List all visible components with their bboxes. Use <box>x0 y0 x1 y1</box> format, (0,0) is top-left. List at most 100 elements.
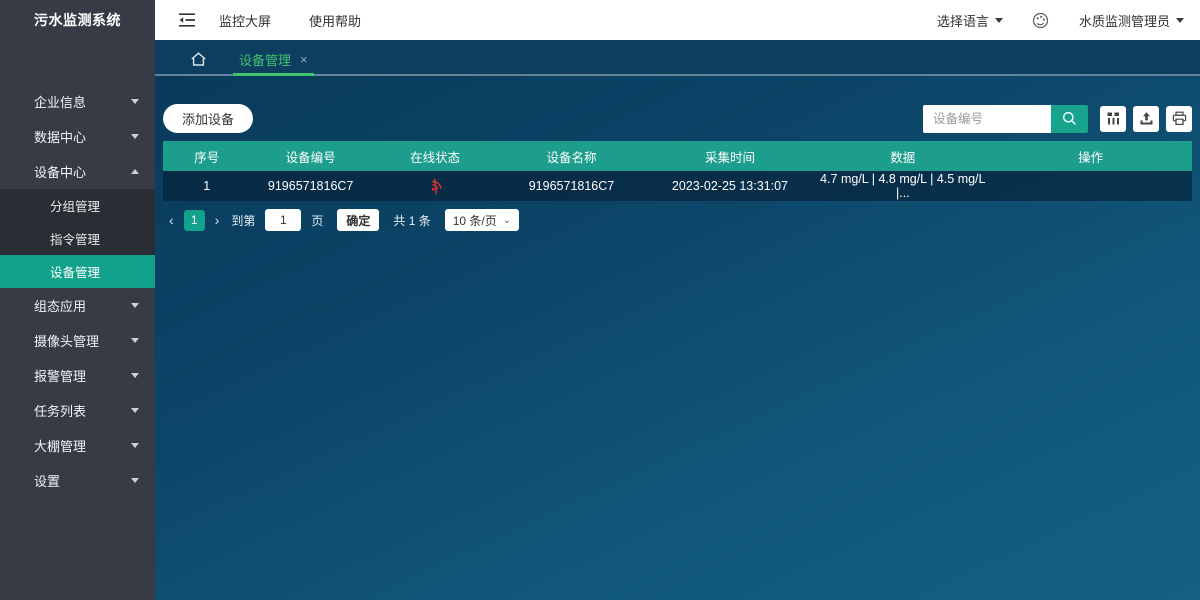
language-select[interactable]: 选择语言 <box>937 11 1003 30</box>
sidebar-menu: 企业信息 数据中心 设备中心 分组管理 指令管理 设备管理 <box>0 84 155 498</box>
cell-online-status <box>371 171 500 201</box>
tab-device-management[interactable]: 设备管理 × <box>233 42 314 76</box>
sidebar-item-camera-management[interactable]: 摄像头管理 <box>0 323 155 358</box>
sidebar-subitem-command-management[interactable]: 指令管理 <box>0 222 155 255</box>
sidebar-item-label: 设置 <box>34 471 60 490</box>
sidebar-item-device-center[interactable]: 设备中心 <box>0 154 155 189</box>
sidebar-item-label: 报警管理 <box>34 366 86 385</box>
sidebar-item-configuration-app[interactable]: 组态应用 <box>0 288 155 323</box>
sidebar-item-label: 摄像头管理 <box>34 331 99 350</box>
tab-close-icon[interactable]: × <box>300 53 308 66</box>
cell-data: 4.7 mg/L | 4.8 mg/L | 4.5 mg/L |... <box>816 171 989 201</box>
search-input[interactable] <box>923 105 1051 133</box>
col-header-index: 序号 <box>163 141 250 171</box>
topbar-item-monitor-screen[interactable]: 监控大屏 <box>219 11 271 30</box>
add-device-button[interactable]: 添加设备 <box>163 104 253 133</box>
chevron-up-icon <box>131 169 139 174</box>
sidebar-item-label: 数据中心 <box>34 127 86 146</box>
chevron-down-icon: ⌄ <box>503 215 511 226</box>
chevron-down-icon <box>131 478 139 483</box>
goto-page-input[interactable] <box>265 209 301 231</box>
device-center-submenu: 分组管理 指令管理 设备管理 <box>0 189 155 288</box>
sidebar-item-task-list[interactable]: 任务列表 <box>0 393 155 428</box>
cell-actions <box>989 171 1192 201</box>
column-settings-button[interactable] <box>1100 106 1126 132</box>
chevron-down-icon <box>1176 18 1184 23</box>
main-area: 监控大屏 使用帮助 选择语言 水质 <box>155 0 1200 600</box>
sidebar-item-label: 组态应用 <box>34 296 86 315</box>
chevron-down-icon <box>131 338 139 343</box>
tab-label: 设备管理 <box>239 50 291 69</box>
device-table: 序号 设备编号 在线状态 设备名称 采集时间 数据 操作 1 919657181… <box>163 141 1192 201</box>
search-icon <box>1062 111 1077 126</box>
sidebar-item-label: 企业信息 <box>34 92 86 111</box>
collapse-menu-icon <box>178 13 196 27</box>
palette-icon <box>1032 12 1049 29</box>
prev-page-button[interactable]: ‹ <box>163 212 180 228</box>
chevron-down-icon <box>131 373 139 378</box>
page-size-select[interactable]: 10 条/页 ⌄ <box>445 209 519 231</box>
sidebar-subitem-label: 设备管理 <box>50 262 100 281</box>
sidebar: 污水监测系统 企业信息 数据中心 设备中心 分组管理 指令管理 <box>0 0 155 600</box>
cell-collect-time: 2023-02-25 13:31:07 <box>644 171 817 201</box>
search-group <box>923 105 1088 133</box>
sidebar-item-label: 任务列表 <box>34 401 86 420</box>
sidebar-item-label: 大棚管理 <box>34 436 86 455</box>
sidebar-subitem-label: 指令管理 <box>50 229 100 248</box>
print-button[interactable] <box>1166 106 1192 132</box>
cell-index: 1 <box>163 171 250 201</box>
sidebar-item-settings[interactable]: 设置 <box>0 463 155 498</box>
theme-palette-button[interactable] <box>1031 10 1051 30</box>
table-toolbar: 添加设备 <box>163 104 1192 133</box>
home-tab-button[interactable] <box>185 42 211 76</box>
chevron-down-icon <box>131 443 139 448</box>
sidebar-item-alarm-management[interactable]: 报警管理 <box>0 358 155 393</box>
sidebar-subitem-device-management[interactable]: 设备管理 <box>0 255 155 288</box>
page-size-label: 10 条/页 <box>453 212 497 229</box>
topbar: 监控大屏 使用帮助 选择语言 水质 <box>155 0 1200 40</box>
app-title: 污水监测系统 <box>0 0 155 40</box>
page-suffix-label: 页 <box>311 212 323 229</box>
col-header-online-status: 在线状态 <box>371 141 500 171</box>
table-row[interactable]: 1 9196571816C7 <box>163 171 1192 201</box>
col-header-collect-time: 采集时间 <box>644 141 817 171</box>
topbar-right: 选择语言 水质监测管理员 <box>937 10 1190 30</box>
search-button[interactable] <box>1051 105 1088 133</box>
chevron-down-icon <box>131 99 139 104</box>
cell-device-id: 9196571816C7 <box>250 171 370 201</box>
table-header-row: 序号 设备编号 在线状态 设备名称 采集时间 数据 操作 <box>163 141 1192 171</box>
user-menu[interactable]: 水质监测管理员 <box>1079 11 1184 30</box>
username: 水质监测管理员 <box>1079 11 1170 30</box>
chevron-down-icon <box>131 408 139 413</box>
next-page-button[interactable]: › <box>209 212 226 228</box>
content-panel: 添加设备 <box>155 76 1200 600</box>
sidebar-subitem-group-management[interactable]: 分组管理 <box>0 189 155 222</box>
column-settings-icon <box>1106 111 1121 126</box>
sidebar-item-greenhouse-management[interactable]: 大棚管理 <box>0 428 155 463</box>
chevron-down-icon <box>995 18 1003 23</box>
wifi-offline-icon <box>423 174 447 198</box>
total-count-label: 共 1 条 <box>393 212 430 229</box>
sidebar-collapse-button[interactable] <box>175 8 199 32</box>
export-button[interactable] <box>1133 106 1159 132</box>
home-icon <box>190 51 207 67</box>
toolbar-right <box>923 105 1192 133</box>
pagination: ‹ 1 › 到第 页 确定 共 1 条 10 条/页 ⌄ <box>163 209 1192 231</box>
sidebar-item-enterprise-info[interactable]: 企业信息 <box>0 84 155 119</box>
goto-prefix-label: 到第 <box>231 212 255 229</box>
language-select-label: 选择语言 <box>937 11 989 30</box>
sidebar-item-data-center[interactable]: 数据中心 <box>0 119 155 154</box>
sidebar-item-label: 设备中心 <box>34 162 86 181</box>
export-icon <box>1139 111 1154 126</box>
sidebar-subitem-label: 分组管理 <box>50 196 100 215</box>
chevron-down-icon <box>131 134 139 139</box>
app-root: 污水监测系统 企业信息 数据中心 设备中心 分组管理 指令管理 <box>0 0 1200 600</box>
tabbar: 设备管理 × <box>155 40 1200 76</box>
topbar-item-help[interactable]: 使用帮助 <box>309 11 361 30</box>
chevron-down-icon <box>131 303 139 308</box>
goto-confirm-button[interactable]: 确定 <box>337 209 379 231</box>
col-header-data: 数据 <box>816 141 989 171</box>
page-number-button[interactable]: 1 <box>184 210 205 231</box>
col-header-device-id: 设备编号 <box>250 141 370 171</box>
col-header-actions: 操作 <box>989 141 1192 171</box>
